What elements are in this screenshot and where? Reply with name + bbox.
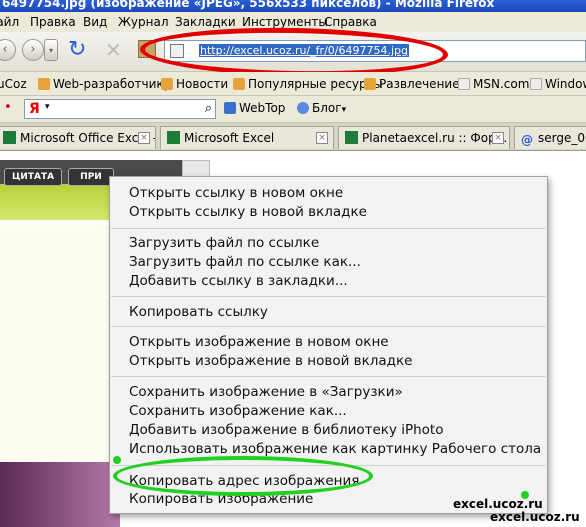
menu-separator	[111, 376, 546, 377]
secondary-button[interactable]: ПРИ	[68, 168, 114, 186]
menu-item-download-link[interactable]: Загрузить файл по ссылке	[129, 235, 319, 251]
blog-button[interactable]: Блог▾	[297, 101, 346, 115]
search-toolbar: • Я ▾ ⌕ WebTop Блог▾	[0, 96, 586, 123]
menu-history[interactable]: Журнал	[118, 15, 169, 29]
stop-button[interactable]: ✕	[105, 39, 122, 61]
folder-icon	[233, 78, 245, 90]
tab-microsoft-excel[interactable]: Microsoft Excel ×	[160, 126, 334, 149]
folder-icon	[364, 78, 376, 90]
watermark-text: excel.ucoz.ru	[490, 510, 580, 524]
reload-button[interactable]: ↻	[68, 38, 86, 62]
toolbar-grip-icon: •	[4, 100, 12, 115]
excel-icon	[167, 131, 180, 144]
bookmark-news[interactable]: Новости	[161, 77, 228, 91]
menu-item-open-image-new-tab[interactable]: Открыть изображение в новой вкладке	[129, 353, 412, 369]
close-icon[interactable]: ×	[316, 132, 328, 144]
blog-icon	[297, 102, 309, 114]
menu-separator	[111, 296, 546, 297]
menu-item-save-image-downloads[interactable]: Сохранить изображение в «Загрузки»	[129, 384, 403, 400]
tab-bar: Microsoft Office Excel - ... × Microsoft…	[0, 123, 586, 151]
menu-view[interactable]: Вид	[83, 15, 107, 29]
chevron-down-icon[interactable]: ▾	[45, 102, 50, 112]
back-arrow-icon: ‹	[2, 42, 8, 57]
page-icon	[530, 78, 542, 90]
tab-excel-office[interactable]: Microsoft Office Excel - ... ×	[0, 126, 156, 149]
menu-item-add-to-iphoto[interactable]: Добавить изображение в библиотеку iPhoto	[129, 422, 444, 438]
webtop-button[interactable]: WebTop	[224, 101, 285, 115]
close-icon[interactable]: ×	[492, 132, 504, 144]
search-icon[interactable]: ⌕	[205, 101, 212, 116]
menu-edit[interactable]: Правка	[30, 15, 76, 29]
menu-file[interactable]: Файл	[0, 15, 19, 29]
menu-separator	[111, 228, 546, 229]
menu-item-bookmark-link[interactable]: Добавить ссылку в закладки...	[129, 273, 348, 289]
menu-item-save-image-as[interactable]: Сохранить изображение как...	[129, 403, 347, 419]
yandex-icon: Я	[29, 101, 40, 117]
window-title-bar: 6497754.jpg (изображение «JPEG», 556x533…	[0, 0, 586, 12]
menu-help[interactable]: Справка	[324, 15, 377, 29]
stop-icon: ✕	[105, 38, 122, 62]
folder-icon	[38, 78, 50, 90]
bookmark-popular[interactable]: Популярные ресурсы	[233, 77, 383, 91]
green-highlight-ellipse	[113, 456, 373, 496]
chevron-down-icon: ▾	[48, 46, 53, 55]
reload-icon: ↻	[68, 37, 87, 62]
tab-serge[interactable]: @serge_007...	[514, 126, 586, 149]
menu-item-set-desktop-background[interactable]: Использовать изображение как картинку Ра…	[129, 441, 541, 457]
menu-bookmarks[interactable]: Закладки	[175, 15, 236, 29]
bookmark-web-developer[interactable]: Web-разработчику	[38, 77, 171, 91]
excel-icon	[3, 131, 16, 144]
close-icon[interactable]: ×	[138, 132, 150, 144]
webtop-icon	[224, 102, 236, 114]
bookmarks-toolbar: uCoz Web-разработчику Новости Популярные…	[0, 72, 586, 96]
menu-item-download-link-as[interactable]: Загрузить файл по ссылке как...	[129, 254, 361, 270]
bookmark-ucoz[interactable]: uCoz	[0, 77, 27, 91]
folder-icon	[161, 78, 173, 90]
green-marker-dot	[113, 456, 121, 464]
menu-separator	[111, 326, 546, 327]
at-sign-icon: @	[521, 133, 533, 147]
page-body-area	[0, 225, 110, 465]
history-dropdown-button[interactable]: ▾	[44, 39, 58, 61]
page-image-fragment	[0, 462, 120, 527]
excel-icon	[345, 131, 358, 144]
bookmark-msn[interactable]: MSN.com	[458, 77, 529, 91]
window-title: 6497754.jpg (изображение «JPEG», 556x533…	[2, 0, 495, 10]
page-icon	[458, 78, 470, 90]
menu-item-open-link-new-window[interactable]: Открыть ссылку в новом окне	[129, 185, 343, 201]
forward-arrow-icon: ›	[30, 42, 36, 57]
menu-item-open-image-new-window[interactable]: Открыть изображение в новом окне	[129, 334, 389, 350]
menu-item-open-link-new-tab[interactable]: Открыть ссылку в новой вкладке	[129, 204, 367, 220]
bookmark-windows[interactable]: Windows	[530, 77, 586, 91]
menu-item-copy-link[interactable]: Копировать ссылку	[129, 304, 268, 320]
bookmark-entertainment[interactable]: Развлечение	[364, 77, 460, 91]
forward-button[interactable]: ›	[22, 39, 44, 61]
search-input[interactable]: Я ▾ ⌕	[24, 99, 216, 119]
watermark-text: excel.ucoz.ru	[453, 497, 543, 511]
tab-planetaexcel[interactable]: Planetaexcel.ru :: Фор... ×	[338, 126, 510, 149]
citation-button[interactable]: ЦИТАТА	[4, 168, 62, 186]
back-button[interactable]: ‹	[0, 39, 16, 61]
